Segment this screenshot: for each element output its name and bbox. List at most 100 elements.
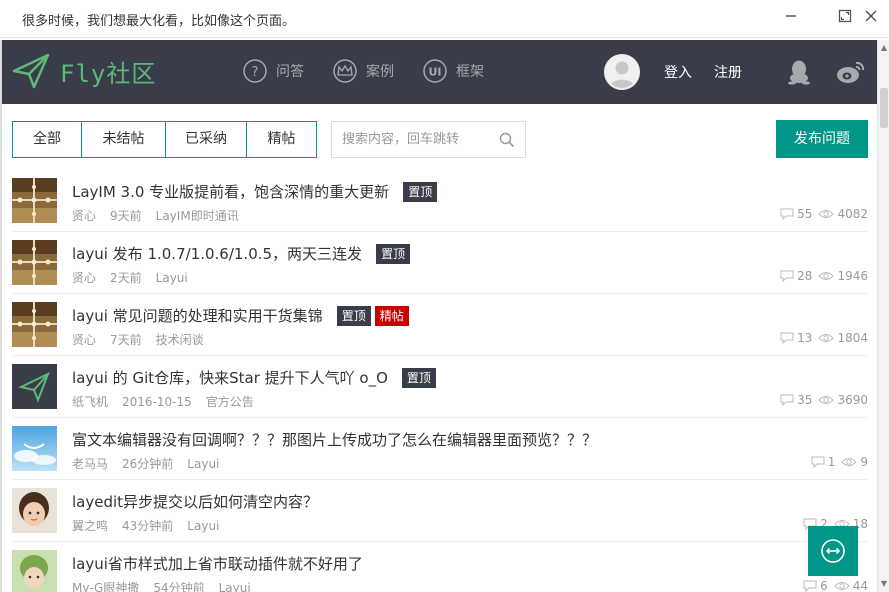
post-title[interactable]: layui 的 Git仓库，快来Star 提升下人气吖 o_O bbox=[72, 367, 388, 388]
svg-text:?: ? bbox=[252, 65, 259, 80]
tab-accepted[interactable]: 已采纳 bbox=[166, 122, 247, 157]
post-title-line: layui 发布 1.0.7/1.0.6/1.0.5，两天三连发 置顶 bbox=[72, 243, 411, 264]
tab-all[interactable]: 全部 bbox=[13, 122, 82, 157]
post-author[interactable]: 贤心 bbox=[72, 209, 96, 223]
post-author[interactable]: 贤心 bbox=[72, 271, 96, 285]
nav-item-questions[interactable]: ? 问答 bbox=[242, 58, 304, 84]
maximize-icon[interactable] bbox=[836, 9, 854, 27]
post-author[interactable]: 翼之鸣 bbox=[72, 519, 108, 533]
view-count-value: 1946 bbox=[837, 269, 868, 283]
search-icon[interactable] bbox=[499, 132, 515, 152]
expand-button[interactable] bbox=[808, 526, 858, 576]
post-title-line: LayIM 3.0 专业版提前看，饱含深情的重大更新 置顶 bbox=[72, 181, 438, 202]
post-title[interactable]: LayIM 3.0 专业版提前看，饱含深情的重大更新 bbox=[72, 181, 389, 202]
post-title[interactable]: layedit异步提交以后如何清空内容？ bbox=[72, 491, 318, 512]
post-time: 43分钟前 bbox=[122, 519, 174, 533]
view-count-value: 44 bbox=[852, 579, 868, 592]
post-stats: 55 4082 bbox=[774, 207, 868, 221]
paper-plane-icon bbox=[12, 53, 50, 89]
post-question-button[interactable]: 发布问题 bbox=[776, 120, 868, 158]
author-avatar[interactable] bbox=[12, 302, 57, 347]
eye-icon bbox=[818, 334, 835, 342]
post-category[interactable]: Layui bbox=[219, 581, 251, 592]
view-count: 44 bbox=[834, 579, 868, 592]
post-row: 富文本编辑器没有回调啊？？？那图片上传成功了怎么在编辑器里面预览？？？ 老马马 26… bbox=[12, 418, 868, 480]
nav-item-label: 问答 bbox=[276, 64, 304, 80]
post-author[interactable]: My-G眼神撒 bbox=[72, 581, 139, 592]
nav-item-framework[interactable]: UI 框架 bbox=[422, 58, 484, 84]
author-avatar[interactable] bbox=[12, 178, 57, 223]
post-category[interactable]: 官方公告 bbox=[206, 395, 254, 409]
close-icon[interactable] bbox=[862, 9, 880, 27]
scrollbar[interactable]: ▲ ▼ bbox=[877, 40, 889, 592]
comment-count-value: 55 bbox=[797, 207, 813, 221]
view-count: 3690 bbox=[818, 393, 868, 407]
comment-icon bbox=[780, 332, 794, 344]
site-logo[interactable]: Fly社区 bbox=[12, 53, 156, 89]
post-category[interactable]: 技术闲谈 bbox=[156, 333, 204, 347]
post-category[interactable]: LayIM即时通讯 bbox=[156, 209, 239, 223]
author-avatar[interactable] bbox=[12, 488, 57, 533]
post-author[interactable]: 纸飞机 bbox=[72, 395, 108, 409]
nav-item-label: 框架 bbox=[456, 64, 484, 80]
post-time: 26分钟前 bbox=[122, 457, 174, 471]
post-title[interactable]: layui 常见问题的处理和实用干货集锦 bbox=[72, 305, 323, 326]
author-avatar[interactable] bbox=[12, 364, 57, 409]
filter-tabs: 全部 未结帖 已采纳 精帖 bbox=[12, 121, 317, 158]
post-title-line: layui 的 Git仓库，快来Star 提升下人气吖 o_O 置顶 bbox=[72, 367, 436, 388]
weibo-icon[interactable] bbox=[836, 59, 866, 89]
login-link[interactable]: 登入 bbox=[664, 62, 692, 82]
post-stats: 13 1804 bbox=[774, 331, 868, 345]
qq-icon[interactable] bbox=[787, 59, 811, 89]
eye-icon bbox=[818, 210, 835, 218]
author-avatar[interactable] bbox=[12, 550, 57, 592]
post-row: layui 发布 1.0.7/1.0.6/1.0.5，两天三连发 置顶贤心 2天前 L… bbox=[12, 232, 868, 294]
nav-item-cases[interactable]: 案例 bbox=[332, 58, 394, 84]
comment-count: 13 bbox=[780, 331, 812, 345]
post-meta: 贤心 2天前 Layui bbox=[72, 269, 202, 286]
scroll-down-icon[interactable]: ▼ bbox=[879, 578, 889, 590]
post-title[interactable]: layui 发布 1.0.7/1.0.6/1.0.5，两天三连发 bbox=[72, 243, 362, 264]
post-title[interactable]: 富文本编辑器没有回调啊？？？那图片上传成功了怎么在编辑器里面预览？？？ bbox=[72, 429, 597, 450]
comment-icon bbox=[780, 394, 794, 406]
view-count: 9 bbox=[841, 455, 868, 469]
author-avatar[interactable] bbox=[12, 426, 57, 471]
comment-icon bbox=[780, 270, 794, 282]
pinned-badge: 置顶 bbox=[376, 243, 411, 264]
post-title-line: 富文本编辑器没有回调啊？？？那图片上传成功了怎么在编辑器里面预览？？？ bbox=[72, 429, 597, 450]
post-meta: 贤心 9天前 LayIM即时通讯 bbox=[72, 207, 253, 224]
comment-count-value: 6 bbox=[820, 579, 828, 592]
view-count-value: 3690 bbox=[837, 393, 868, 407]
pinned-badge: 置顶 bbox=[403, 181, 438, 202]
author-avatar[interactable] bbox=[12, 240, 57, 285]
post-category[interactable]: Layui bbox=[187, 519, 219, 533]
register-link[interactable]: 注册 bbox=[714, 62, 742, 82]
avatar[interactable] bbox=[604, 54, 640, 90]
comment-icon bbox=[811, 456, 825, 468]
post-author[interactable]: 贤心 bbox=[72, 333, 96, 347]
post-meta: 贤心 7天前 技术闲谈 bbox=[72, 331, 218, 348]
scrollbar-thumb[interactable] bbox=[880, 88, 888, 128]
comment-count-value: 28 bbox=[797, 269, 813, 283]
search-input[interactable] bbox=[332, 122, 492, 157]
comment-count-value: 1 bbox=[827, 455, 836, 469]
window-title: 很多时候，我们想最大化看，比如像这个页面。 bbox=[22, 14, 296, 29]
tab-featured[interactable]: 精帖 bbox=[247, 122, 316, 157]
post-row: layui 常见问题的处理和实用干货集锦 置顶 精帖 贤心 7天前 技术闲谈 13 1804 bbox=[12, 294, 868, 356]
post-author[interactable]: 老马马 bbox=[72, 457, 108, 471]
post-list: LayIM 3.0 专业版提前看，饱含深情的重大更新 置顶 贤心 9天前 LayIM即时… bbox=[12, 170, 868, 592]
tab-unresolved[interactable]: 未结帖 bbox=[82, 122, 166, 157]
minimize-icon[interactable] bbox=[782, 9, 800, 27]
post-time: 2016-10-15 bbox=[122, 395, 192, 409]
post-category[interactable]: Layui bbox=[156, 271, 188, 285]
window-titlebar: 很多时候，我们想最大化看，比如像这个页面。 bbox=[0, 0, 889, 38]
post-title[interactable]: layui省市样式加上省市联动插件就不好用了 bbox=[72, 553, 363, 574]
post-category[interactable]: Layui bbox=[187, 457, 219, 471]
view-count: 1946 bbox=[818, 269, 868, 283]
main-nav: ? 问答 案例 UI 框架 bbox=[242, 58, 512, 84]
view-count-value: 4082 bbox=[837, 207, 868, 221]
scroll-up-icon[interactable]: ▲ bbox=[879, 42, 889, 54]
ui-icon: UI bbox=[423, 59, 447, 83]
featured-badge: 精帖 bbox=[374, 305, 409, 326]
post-meta: 翼之鸣 43分钟前 Layui bbox=[72, 517, 233, 534]
